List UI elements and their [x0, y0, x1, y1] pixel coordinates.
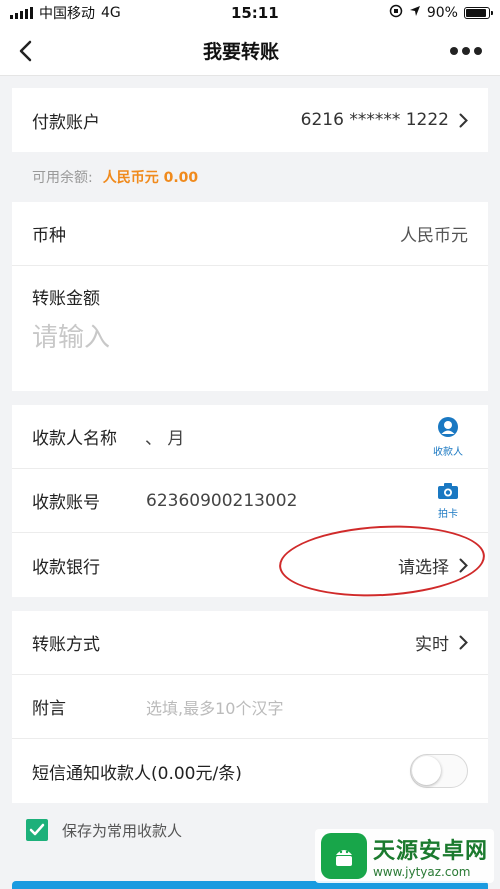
camera-icon: [437, 482, 459, 503]
payee-bank-label: 收款银行: [32, 557, 100, 578]
payer-account-row[interactable]: 付款账户 6216 ****** 1222: [12, 88, 488, 152]
payee-name-row: 收款人名称 、 月 收款人: [12, 405, 488, 469]
chevron-right-icon: [459, 113, 468, 128]
person-icon: [437, 416, 459, 441]
sms-notify-row: 短信通知收款人(0.00元/条): [12, 739, 488, 803]
payer-account-label: 付款账户: [32, 112, 100, 133]
save-payee-checkbox[interactable]: [26, 819, 48, 841]
amount-block: 转账金额: [12, 266, 488, 391]
available-balance: 可用余额: 人民币元 0.00: [12, 152, 488, 202]
signal-icon: [10, 7, 33, 19]
toggle-knob: [412, 756, 441, 785]
sms-notify-toggle[interactable]: [410, 754, 468, 788]
sms-notify-label: 短信通知收款人(0.00元/条): [32, 763, 242, 784]
payee-bank-row[interactable]: 收款银行 请选择: [12, 533, 488, 597]
chevron-right-icon: [459, 558, 468, 573]
contacts-button[interactable]: 收款人: [428, 416, 468, 458]
android-logo-icon: [320, 833, 367, 879]
payee-account-row: 收款账号 62360900213002 拍卡: [12, 469, 488, 533]
watermark-name: 天源安卓网: [372, 839, 488, 864]
balance-amount: 人民币元 0.00: [102, 170, 199, 186]
payee-name-label: 收款人名称: [32, 429, 117, 449]
memo-row: 附言 选填,最多10个汉字: [12, 675, 488, 739]
nav-bar: 我要转账: [0, 26, 500, 76]
transfer-method-row[interactable]: 转账方式 实时: [12, 611, 488, 675]
status-bar: 中国移动 4G 15:11 90%: [0, 0, 500, 26]
battery-percent: 90%: [426, 5, 458, 21]
balance-label: 可用余额:: [32, 170, 93, 186]
amount-label: 转账金额: [32, 289, 100, 309]
battery-icon: [463, 7, 493, 19]
contacts-button-label: 收款人: [433, 446, 463, 458]
currency-label: 币种: [32, 226, 66, 246]
currency-row: 币种 人民币元: [12, 202, 488, 266]
watermark: 天源安卓网 www.jytyaz.com: [314, 829, 494, 883]
memo-label: 附言: [32, 699, 66, 719]
chevron-right-icon: [459, 635, 468, 650]
transfer-method-label: 转账方式: [32, 635, 100, 655]
orientation-lock-icon: [389, 4, 403, 22]
save-payee-label: 保存为常用收款人: [62, 821, 183, 840]
memo-input[interactable]: 选填,最多10个汉字: [146, 695, 283, 719]
payer-account-value: 6216 ****** 1222: [300, 110, 449, 130]
scan-card-button[interactable]: 拍卡: [428, 482, 468, 520]
more-dots-icon[interactable]: [449, 46, 482, 56]
chevron-left-icon[interactable]: [18, 40, 32, 62]
network-label: 4G: [101, 5, 121, 21]
currency-value: 人民币元: [400, 226, 468, 246]
scan-card-label: 拍卡: [438, 508, 458, 520]
payee-name-input[interactable]: 、 月: [145, 424, 184, 449]
payee-bank-value: 请选择: [398, 557, 449, 578]
amount-input[interactable]: [32, 323, 468, 353]
location-icon: [409, 5, 421, 21]
page-title: 我要转账: [202, 41, 279, 63]
watermark-url: www.jytyaz.com: [372, 865, 471, 879]
transfer-method-value: 实时: [415, 635, 449, 655]
carrier-label: 中国移动: [39, 6, 95, 22]
status-time: 15:11: [230, 4, 279, 22]
payee-account-input[interactable]: 62360900213002: [146, 491, 297, 511]
payee-account-label: 收款账号: [32, 493, 100, 513]
